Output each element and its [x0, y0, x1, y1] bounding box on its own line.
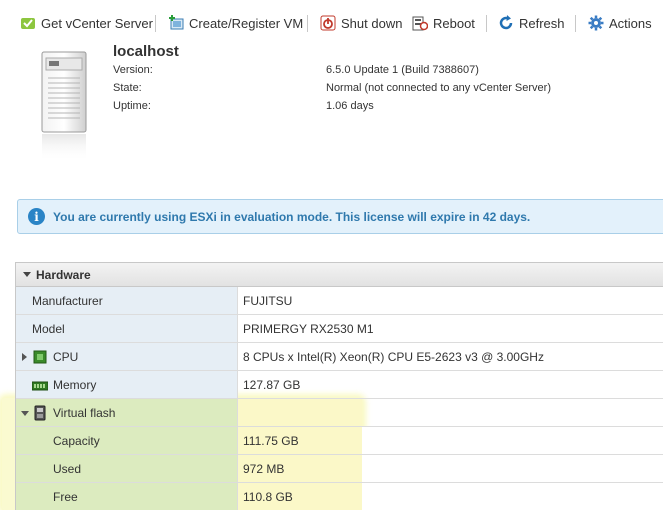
get-vcenter-label: Get vCenter Server: [41, 15, 153, 31]
reboot-button[interactable]: Reboot: [412, 13, 475, 33]
server-icon: [40, 50, 88, 162]
used-value: 972 MB: [243, 461, 285, 476]
shutdown-icon: [320, 15, 336, 31]
version-label: Version:: [113, 64, 153, 76]
state-label: State:: [113, 82, 142, 94]
create-register-vm-button[interactable]: Create/Register VM: [168, 13, 303, 33]
version-value: 6.5.0 Update 1 (Build 7388607): [326, 64, 479, 76]
virtual-flash-row[interactable]: Virtual flash: [16, 399, 663, 427]
hardware-panel: Hardware Manufacturer FUJITSU Model PRIM…: [15, 262, 663, 510]
hardware-title: Hardware: [36, 267, 91, 282]
uptime-label: Uptime:: [113, 100, 151, 112]
toolbar-divider: [155, 15, 156, 32]
free-value: 110.8 GB: [243, 489, 293, 504]
shut-down-label: Shut down: [341, 15, 403, 31]
table-row: Capacity 111.75 GB: [16, 427, 663, 455]
cpu-row[interactable]: CPU 8 CPUs x Intel(R) Xeon(R) CPU E5-262…: [16, 343, 663, 371]
collapse-icon: [23, 272, 31, 277]
used-label: Used: [53, 461, 82, 476]
manufacturer-label: Manufacturer: [32, 293, 103, 308]
create-vm-icon: [168, 15, 184, 31]
model-value: PRIMERGY RX2530 M1: [243, 321, 374, 336]
state-value: Normal (not connected to any vCenter Ser…: [326, 82, 551, 94]
collapse-icon[interactable]: [21, 411, 29, 416]
toolbar: Get vCenter Server Create/Register VM Sh…: [0, 0, 663, 46]
table-row: Used 972 MB: [16, 455, 663, 483]
actions-button[interactable]: Actions: [588, 13, 652, 33]
capacity-value: 111.75 GB: [243, 433, 299, 448]
actions-label: Actions: [609, 15, 652, 31]
cpu-icon: [33, 350, 47, 364]
toolbar-divider: [486, 15, 487, 32]
create-register-vm-label: Create/Register VM: [189, 15, 304, 31]
reboot-label: Reboot: [433, 15, 475, 31]
license-message: You are currently using ESXi in evaluati…: [53, 209, 531, 224]
refresh-button[interactable]: Refresh: [498, 13, 565, 33]
vcenter-icon: [20, 15, 36, 31]
host-name: localhost: [113, 43, 179, 60]
table-row: Memory 127.87 GB: [16, 371, 663, 399]
manufacturer-value: FUJITSU: [243, 293, 293, 308]
memory-icon: [31, 380, 49, 391]
free-label: Free: [53, 489, 78, 504]
toolbar-divider: [575, 15, 576, 32]
memory-label: Memory: [53, 377, 97, 392]
table-row: Model PRIMERGY RX2530 M1: [16, 315, 663, 343]
toolbar-divider: [307, 15, 308, 32]
get-vcenter-button[interactable]: Get vCenter Server: [20, 13, 153, 33]
refresh-label: Refresh: [519, 15, 565, 31]
cpu-value: 8 CPUs x Intel(R) Xeon(R) CPU E5-2623 v3…: [243, 349, 544, 364]
capacity-label: Capacity: [53, 433, 100, 448]
refresh-icon: [498, 15, 514, 31]
table-row: Free 110.8 GB: [16, 483, 663, 510]
gear-icon: [588, 15, 604, 31]
cpu-label: CPU: [53, 349, 79, 364]
shut-down-button[interactable]: Shut down: [320, 13, 402, 33]
virtual-flash-label: Virtual flash: [53, 405, 116, 420]
memory-value: 127.87 GB: [243, 377, 301, 392]
uptime-value: 1.06 days: [326, 100, 374, 112]
flash-icon: [33, 405, 47, 421]
license-banner: i You are currently using ESXi in evalua…: [17, 199, 663, 234]
info-icon: i: [28, 208, 45, 225]
hardware-header[interactable]: Hardware: [16, 263, 663, 287]
model-label: Model: [32, 321, 65, 336]
reboot-icon: [412, 15, 429, 31]
expand-icon[interactable]: [22, 353, 27, 361]
table-row: Manufacturer FUJITSU: [16, 287, 663, 315]
